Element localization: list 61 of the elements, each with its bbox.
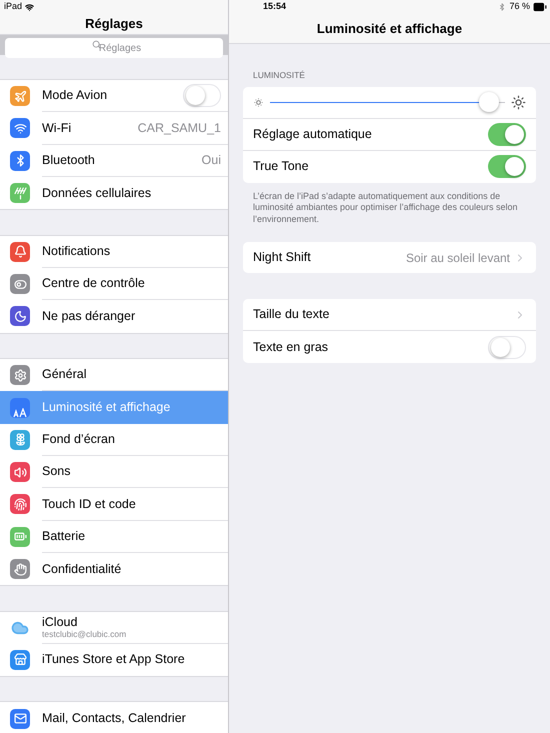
settings-item[interactable]: Confidentialité (0, 552, 228, 586)
setting-label: Night Shift (253, 249, 312, 266)
settings-item[interactable]: Bluetooth Oui (0, 144, 228, 177)
setting-label: Texte en gras (253, 338, 330, 356)
toggle-switch[interactable] (488, 122, 526, 146)
item-label: Mail, Contacts, Calendrier (42, 710, 187, 728)
setting-label: Taille du texte (253, 306, 330, 324)
toggle-switch[interactable] (488, 336, 526, 359)
settings-item[interactable]: iCloud testclubic@clubic.com (0, 612, 228, 644)
section-header: LUMINOSITÉ (252, 69, 306, 82)
account-email: testclubic@clubic.com (42, 630, 128, 639)
toggle-switch[interactable] (488, 155, 526, 178)
brightness-slider[interactable] (270, 91, 505, 114)
item-label: Bluetooth (42, 152, 96, 169)
settings-item[interactable]: Wi-Fi CAR_SAMU_1 (0, 112, 228, 145)
item-label: Sons (42, 463, 72, 480)
setting-label: True Tone (253, 158, 310, 176)
night-shift-row[interactable]: Night Shift Soir au soleil levant (243, 242, 536, 274)
clock: 15:54 (263, 0, 286, 14)
settings-item[interactable]: Notifications (0, 236, 228, 268)
bluetooth-status-icon (498, 3, 506, 11)
item-label: iTunes Store et App Store (42, 651, 186, 668)
item-label: Confidentialité (42, 560, 122, 578)
item-label: Notifications (42, 242, 112, 260)
item-label: Mode Avion (42, 87, 108, 104)
footnote: L’écran de l’iPad s’adapte automatiquement aux conditions de luminosité ambiantes pour optimiser l’affichage des couleurs selon l’environnement. (252, 190, 518, 226)
item-value: CAR_SAMU_1 (138, 120, 221, 137)
settings-item[interactable]: Sons (0, 456, 228, 488)
item-label: Général (42, 366, 88, 384)
item-label: Fond d’écran (42, 430, 116, 448)
device-name: iPad (4, 0, 22, 14)
settings-item[interactable]: Touch ID et code (0, 488, 228, 521)
item-label: Centre de contrôle (42, 275, 146, 292)
item-label: Ne pas déranger (42, 308, 136, 326)
item-label: Batterie (42, 528, 86, 545)
setting-value: Soir au soleil levant (406, 250, 510, 267)
settings-item[interactable]: Mail, Contacts, Calendrier (0, 702, 228, 733)
sidebar-title: Réglages (85, 15, 143, 33)
bright-sun-icon (511, 94, 526, 110)
item-label: Luminosité et affichage (42, 399, 172, 416)
setting-label: Réglage automatique (253, 126, 373, 143)
item-label: iCloud (42, 616, 78, 628)
item-value: Oui (202, 152, 221, 169)
settings-item[interactable]: iTunes Store et App Store (0, 644, 228, 676)
item-label: Wi-Fi (42, 120, 72, 137)
settings-item[interactable]: Centre de contrôle (0, 268, 228, 300)
settings-item[interactable]: Général (0, 359, 228, 392)
battery-status-icon (533, 0, 547, 14)
search-icon (92, 40, 101, 49)
settings-item[interactable]: Batterie (0, 520, 228, 553)
settings-item[interactable]: Données cellulaires (0, 176, 228, 210)
item-label: Données cellulaires (42, 184, 152, 202)
toggle-switch[interactable] (183, 84, 221, 108)
settings-item[interactable]: Ne pas déranger (0, 300, 228, 333)
page-title: Luminosité et affichage (316, 20, 462, 38)
battery-percentage: 76 % (509, 0, 530, 14)
settings-item[interactable]: Fond d’écran (0, 424, 228, 456)
settings-item[interactable]: Mode Avion (0, 80, 228, 112)
wifi-signal-icon (25, 2, 34, 12)
item-label: Touch ID et code (42, 496, 137, 513)
search-field[interactable]: Réglages (5, 38, 223, 58)
